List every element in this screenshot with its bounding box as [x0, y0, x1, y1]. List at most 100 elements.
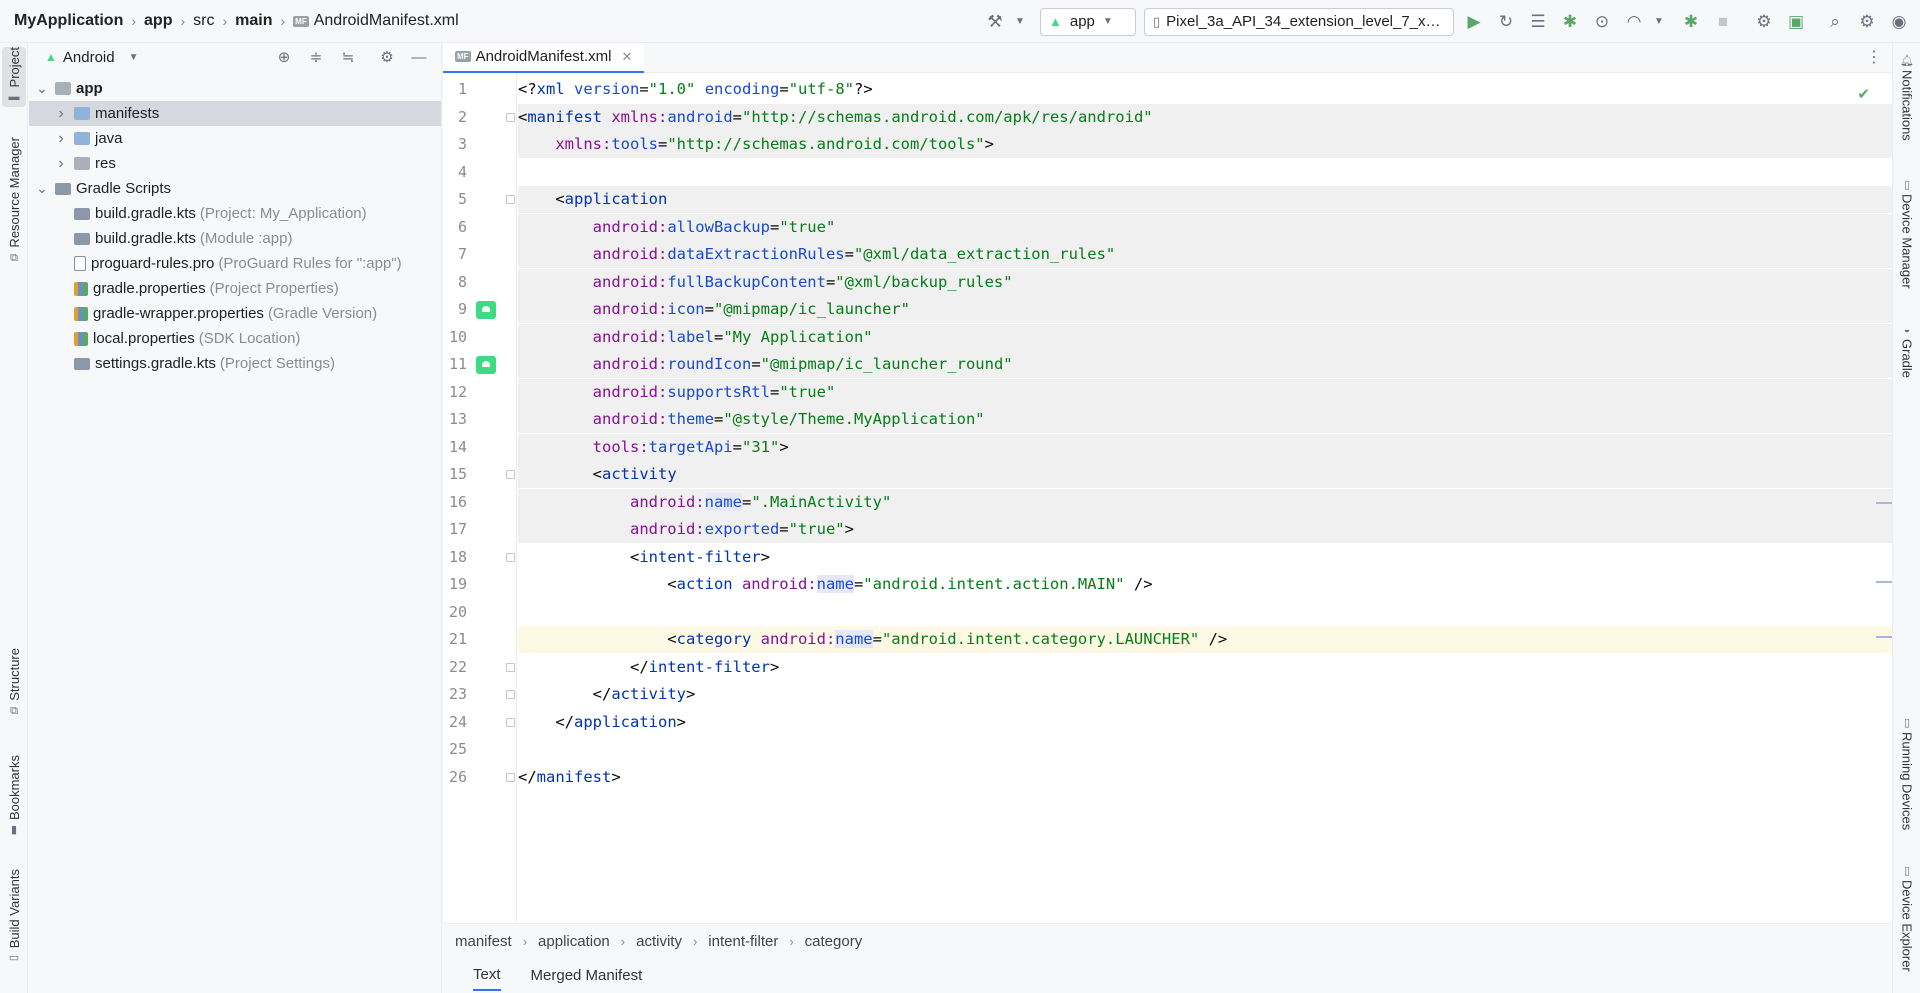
- breadcrumb-item[interactable]: main: [235, 12, 272, 30]
- stop-icon[interactable]: ■: [1710, 9, 1736, 35]
- more-options-icon[interactable]: ⋮: [1866, 47, 1882, 67]
- chevron-right-icon[interactable]: ›: [54, 155, 68, 173]
- fold-marker-icon[interactable]: [506, 772, 515, 782]
- tree-item[interactable]: gradle-wrapper.properties (Gradle Version…: [29, 301, 441, 326]
- tree-item[interactable]: › res: [29, 151, 441, 176]
- close-icon[interactable]: ✕: [621, 49, 632, 65]
- run-icon[interactable]: ▶: [1461, 9, 1487, 35]
- build-dropdown-icon[interactable]: ▼: [1007, 9, 1033, 35]
- fold-marker-icon[interactable]: [506, 662, 515, 672]
- account-icon[interactable]: ◉: [1886, 9, 1912, 35]
- fold-marker-icon[interactable]: [506, 195, 515, 204]
- options-gear-icon[interactable]: ⚙: [376, 46, 398, 68]
- tree-item[interactable]: build.gradle.kts (Module :app): [29, 226, 441, 251]
- android-launcher-icon[interactable]: [476, 356, 496, 374]
- fold-marker-icon[interactable]: [506, 690, 515, 699]
- code-token: >: [769, 657, 780, 676]
- chevron-down-icon[interactable]: ⌄: [35, 80, 49, 97]
- locate-file-icon[interactable]: ⊕: [273, 46, 295, 68]
- settings-gear-icon[interactable]: ⚙: [1854, 9, 1880, 35]
- run-config-dropdown[interactable]: ▲ app ▼: [1040, 7, 1136, 36]
- scrollbar-marker[interactable]: [1876, 636, 1892, 638]
- breadcrumb-item[interactable]: MyApplication: [14, 12, 123, 30]
- structure-breadcrumb-item[interactable]: activity: [636, 933, 682, 950]
- attach-debugger-icon[interactable]: ⊙: [1589, 9, 1615, 35]
- collapse-all-icon[interactable]: ≒: [337, 46, 359, 68]
- attach-process-icon[interactable]: ✱: [1678, 9, 1704, 35]
- chevron-down-icon[interactable]: ▼: [129, 52, 139, 63]
- scrollbar-marker[interactable]: [1876, 502, 1892, 504]
- tree-item[interactable]: › java: [29, 126, 441, 151]
- structure-breadcrumb-item[interactable]: application: [538, 933, 610, 950]
- tool-tab-gradle[interactable]: ◒ Gradle: [1896, 321, 1918, 378]
- structure-breadcrumb-item[interactable]: category: [805, 933, 863, 950]
- line-number: 11: [448, 355, 467, 373]
- project-view-selector[interactable]: Android: [63, 49, 115, 66]
- tool-tab-structure[interactable]: Structure ⧉: [2, 648, 26, 721]
- tree-item[interactable]: local.properties (SDK Location): [29, 326, 441, 351]
- fold-marker-icon[interactable]: [506, 470, 515, 479]
- breadcrumb-item[interactable]: app: [144, 12, 172, 30]
- chevron-right-icon[interactable]: ›: [54, 130, 68, 148]
- code-token: android:: [760, 630, 836, 648]
- tree-item[interactable]: ⌄ app: [29, 76, 441, 101]
- code-line: </application>: [518, 709, 1892, 736]
- editor-tab-label: AndroidManifest.xml: [475, 48, 612, 65]
- scrollbar-marker[interactable]: [1876, 581, 1892, 583]
- sync-project-icon[interactable]: ▣: [1783, 9, 1809, 35]
- fold-marker-icon[interactable]: [506, 717, 515, 727]
- tool-tab-running-devices[interactable]: ▯ Running Devices: [1896, 713, 1918, 830]
- code-token: />: [1124, 575, 1153, 593]
- code-token: "31": [742, 437, 780, 456]
- fold-marker-icon[interactable]: [506, 552, 515, 562]
- debug-icon[interactable]: ✱: [1557, 9, 1583, 35]
- tree-item[interactable]: proguard-rules.pro (ProGuard Rules for ":…: [29, 251, 441, 276]
- chevron-right-icon: ›: [180, 13, 186, 29]
- tab-text[interactable]: Text: [473, 960, 501, 991]
- breadcrumb-item[interactable]: AndroidManifest.xml: [314, 12, 459, 30]
- tab-merged-manifest[interactable]: Merged Manifest: [531, 961, 643, 990]
- tree-item-hint: (Gradle Version): [267, 305, 378, 322]
- tree-item[interactable]: › manifests: [29, 101, 441, 126]
- code-token: =: [769, 217, 780, 236]
- line-number: 14: [448, 437, 467, 456]
- tool-tab-build-variants[interactable]: Build Variants ▭: [2, 869, 26, 968]
- code-token: =: [713, 327, 724, 346]
- tool-tab-device-explorer[interactable]: ▯ Device Explorer: [1896, 861, 1918, 972]
- search-icon[interactable]: ⌕: [1822, 9, 1848, 35]
- tree-item[interactable]: gradle.properties (Project Properties): [29, 276, 441, 301]
- tree-item[interactable]: ⌄ Gradle Scripts: [29, 176, 441, 201]
- build-hammer-icon[interactable]: ⚒: [982, 9, 1008, 35]
- chevron-down-icon[interactable]: ⌄: [35, 180, 49, 197]
- structure-breadcrumb-item[interactable]: intent-filter: [708, 933, 778, 950]
- tool-tab-resource-manager[interactable]: Resource Manager ⧉: [2, 137, 26, 268]
- breadcrumb-item[interactable]: src: [193, 12, 214, 30]
- line-number: 26: [448, 767, 467, 786]
- code-token: label: [667, 327, 714, 346]
- apply-changes-icon[interactable]: ☰: [1525, 9, 1551, 35]
- code-token: supportsRtl: [667, 382, 770, 401]
- tool-tab-device-manager[interactable]: ▯ Device Manager: [1896, 175, 1918, 289]
- tool-tab-notifications[interactable]: 🔔︎ Notifications: [1896, 51, 1918, 141]
- editor-tab-androidmanifest[interactable]: MF AndroidManifest.xml ✕: [443, 42, 645, 73]
- tool-tab-project[interactable]: Project ▬: [2, 47, 26, 108]
- profile-icon[interactable]: ◠: [1621, 9, 1647, 35]
- rerun-icon[interactable]: ↻: [1493, 9, 1519, 35]
- tree-item-label: settings.gradle.kts: [95, 355, 216, 372]
- tool-tab-bookmarks[interactable]: Bookmarks ▮: [2, 755, 26, 840]
- no-problems-check-icon[interactable]: ✔: [1857, 85, 1870, 103]
- tree-item[interactable]: settings.gradle.kts (Project Settings): [29, 351, 441, 376]
- device-dropdown[interactable]: ▯ Pixel_3a_API_34_extension_level_7_x86_…: [1144, 7, 1454, 36]
- profile-dropdown-icon[interactable]: ▼: [1646, 9, 1672, 35]
- android-launcher-icon[interactable]: [476, 301, 496, 319]
- chevron-right-icon[interactable]: ›: [54, 105, 68, 123]
- hide-panel-icon[interactable]: —: [408, 46, 430, 68]
- device-manager-icon[interactable]: ⚙: [1751, 9, 1777, 35]
- tree-item[interactable]: build.gradle.kts (Project: My_Application…: [29, 201, 441, 226]
- code-token: >: [676, 712, 686, 731]
- fold-marker-icon[interactable]: [506, 112, 515, 122]
- structure-breadcrumb-item[interactable]: manifest: [455, 933, 512, 950]
- code-editor[interactable]: <?xml version="1.0" encoding="utf-8"?> <m…: [518, 73, 1892, 923]
- expand-all-icon[interactable]: ≑: [305, 46, 327, 68]
- code-token: "true": [779, 217, 836, 236]
